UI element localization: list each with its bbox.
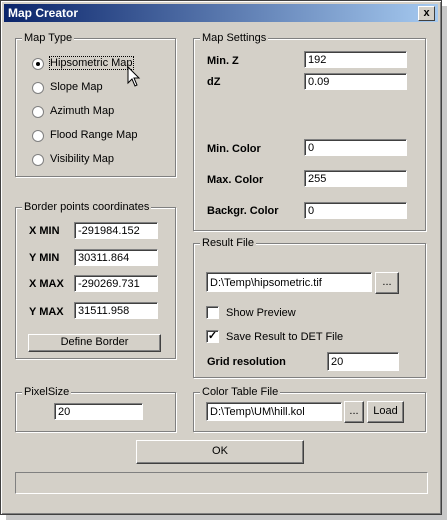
map-settings-group: Map Settings Min. Z 192 dZ 0.09 Min. Col… [193, 32, 426, 231]
result-file-path-input[interactable]: D:\Temp\hipsometric.tif [206, 272, 372, 292]
ok-button[interactable]: OK [136, 440, 304, 464]
map-creator-window: Map Creator x Map Type Hipsometric Map S… [0, 0, 442, 515]
max-color-label: Max. Color [207, 174, 264, 186]
map-type-title: Map Type [22, 32, 75, 44]
border-points-group: Border points coordinates X MIN -291984.… [15, 201, 176, 359]
radio-label: Azimuth Map [50, 105, 115, 117]
min-color-label: Min. Color [207, 143, 261, 155]
radio-azimuth[interactable]: Azimuth Map [32, 104, 162, 120]
xmin-input[interactable]: -291984.152 [74, 222, 158, 239]
radio-button[interactable] [32, 58, 44, 70]
dz-label: dZ [207, 76, 221, 88]
map-type-group: Map Type Hipsometric Map Slope Map Azimu… [15, 32, 176, 177]
color-table-title: Color Table File [200, 386, 281, 398]
radio-label: Flood Range Map [50, 129, 138, 141]
xmax-label: X MAX [29, 278, 64, 290]
radio-label: Slope Map [50, 81, 103, 93]
checkbox-box[interactable] [206, 306, 219, 319]
backgr-color-label: Backgr. Color [207, 205, 279, 217]
ymin-input[interactable]: 30311.864 [74, 249, 158, 266]
radio-button[interactable] [32, 82, 44, 94]
ymax-input[interactable]: 31511.958 [74, 302, 158, 319]
result-file-title: Result File [200, 237, 256, 249]
ymin-label: Y MIN [29, 252, 60, 264]
map-settings-title: Map Settings [200, 32, 269, 44]
pixel-size-input[interactable]: 20 [54, 403, 143, 420]
pixel-size-title: PixelSize [22, 386, 72, 398]
min-z-label: Min. Z [207, 55, 239, 67]
load-button[interactable]: Load [367, 401, 404, 423]
save-det-checkbox[interactable]: ✓ Save Result to DET File [206, 329, 406, 345]
radio-button[interactable] [32, 154, 44, 166]
radio-button[interactable] [32, 106, 44, 118]
border-points-title: Border points coordinates [22, 201, 152, 213]
max-color-input[interactable]: 255 [304, 170, 407, 187]
radio-flood-range[interactable]: Flood Range Map [32, 128, 162, 144]
window-title: Map Creator [8, 6, 79, 20]
close-button[interactable]: x [418, 6, 435, 21]
radio-label: Hipsometric Map [49, 56, 134, 70]
pixel-size-group: PixelSize 20 [15, 386, 176, 432]
radio-label: Visibility Map [50, 153, 114, 165]
color-table-browse-button[interactable]: ... [344, 401, 364, 423]
radio-hipsometric[interactable]: Hipsometric Map [32, 56, 162, 72]
mouse-cursor-icon [127, 66, 141, 87]
radio-visibility[interactable]: Visibility Map [32, 152, 162, 168]
radio-slope[interactable]: Slope Map [32, 80, 162, 96]
xmin-label: X MIN [29, 225, 60, 237]
checkbox-checked[interactable]: ✓ [206, 330, 219, 343]
min-z-input[interactable]: 192 [304, 51, 407, 68]
define-border-button[interactable]: Define Border [28, 334, 161, 352]
title-bar[interactable]: Map Creator x [4, 4, 438, 22]
xmax-input[interactable]: -290269.731 [74, 275, 158, 292]
show-preview-label: Show Preview [226, 307, 296, 319]
result-file-group: Result File D:\Temp\hipsometric.tif ... … [193, 237, 426, 378]
backgr-color-input[interactable]: 0 [304, 202, 407, 219]
grid-resolution-label: Grid resolution [207, 356, 286, 368]
save-det-label: Save Result to DET File [226, 331, 344, 343]
radio-button[interactable] [32, 130, 44, 142]
show-preview-checkbox[interactable]: Show Preview [206, 305, 346, 321]
status-bar [15, 472, 428, 494]
dz-input[interactable]: 0.09 [304, 73, 407, 90]
color-table-group: Color Table File D:\Temp\UM\hill.kol ...… [193, 386, 426, 432]
min-color-input[interactable]: 0 [304, 139, 407, 156]
ymax-label: Y MAX [29, 306, 64, 318]
grid-resolution-input[interactable]: 20 [327, 352, 399, 371]
result-file-browse-button[interactable]: ... [375, 272, 399, 294]
color-table-path-input[interactable]: D:\Temp\UM\hill.kol [206, 402, 342, 421]
